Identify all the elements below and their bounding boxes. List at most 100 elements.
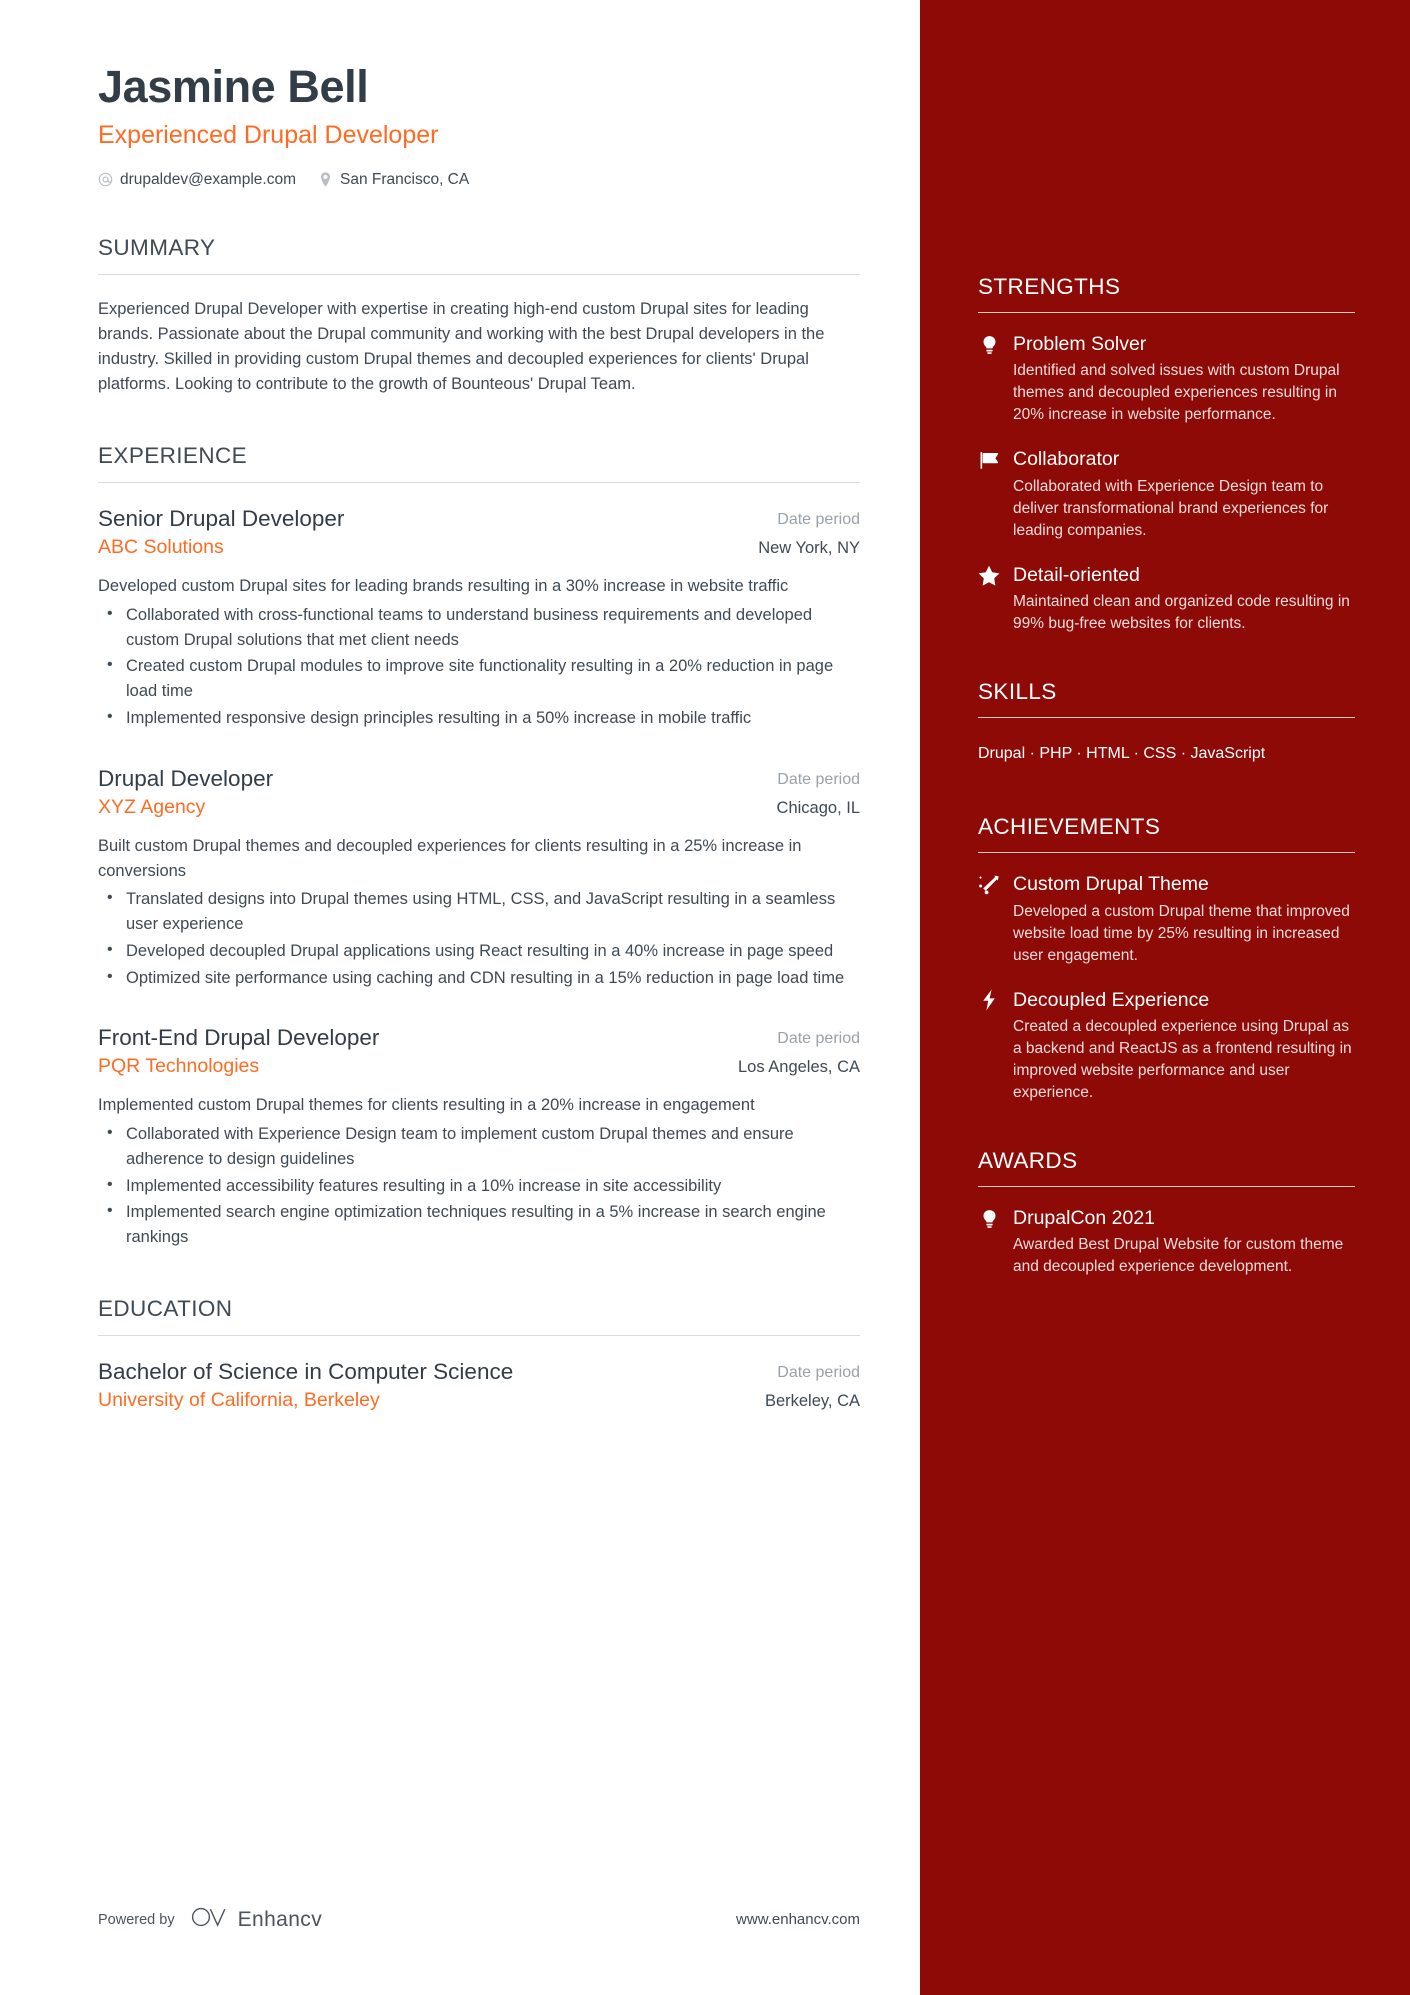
skills-list: Drupal · PHP · HTML · CSS · JavaScript xyxy=(978,745,1266,763)
lightning-bolt-icon xyxy=(978,989,1000,1011)
experience-entry-org: PQR Technologies xyxy=(98,1055,260,1078)
at-icon xyxy=(98,172,113,187)
experience-divider xyxy=(98,482,860,484)
list-item: Optimized site performance using caching… xyxy=(98,965,860,991)
page-title: Jasmine Bell xyxy=(98,61,369,112)
experience-entry-org: ABC Solutions xyxy=(98,536,224,559)
strength-item-desc: Collaborated with Experience Design team… xyxy=(1013,477,1329,539)
strength-item-desc: Identified and solved issues with custom… xyxy=(1013,362,1340,424)
powered-by-label: Powered by xyxy=(98,1911,175,1928)
experience-entry-description: Implemented custom Drupal themes for cli… xyxy=(98,1096,755,1115)
footer-url[interactable]: www.enhancv.com xyxy=(736,1911,860,1928)
achievement-item: Decoupled Experience Created a decoupled… xyxy=(978,989,1355,1104)
summary-text: Experienced Drupal Developer with expert… xyxy=(98,299,825,393)
experience-entry-location: Los Angeles, CA xyxy=(738,1058,860,1077)
lightbulb-icon xyxy=(978,1208,1000,1230)
experience-entry-org: XYZ Agency xyxy=(98,795,206,818)
achievements-heading: ACHIEVEMENTS xyxy=(978,814,1161,840)
footer-brand-group: Powered by Enhancv xyxy=(98,1906,322,1933)
education-entry-title: Bachelor of Science in Computer Science xyxy=(98,1358,514,1384)
contact-email-text: drupaldev@example.com xyxy=(120,170,296,188)
header-block: Jasmine Bell Experienced Drupal Develope… xyxy=(98,62,860,189)
rocket-icon xyxy=(978,874,1000,896)
award-item-desc: Awarded Best Drupal Website for custom t… xyxy=(1013,1236,1344,1276)
skills-section: SKILLS Drupal · PHP · HTML · CSS · JavaS… xyxy=(978,679,1355,770)
resume-page: Jasmine Bell Experienced Drupal Develope… xyxy=(0,0,1410,1995)
experience-entry: Senior Drupal Developer Date period ABC … xyxy=(98,505,860,731)
education-section: EDUCATION Bachelor of Science in Compute… xyxy=(98,1296,860,1412)
achievement-item-title: Custom Drupal Theme xyxy=(1013,873,1209,896)
experience-entry-title: Drupal Developer xyxy=(98,765,274,791)
strength-item-title: Problem Solver xyxy=(1013,333,1147,355)
strength-item: Problem Solver Identified and solved iss… xyxy=(978,333,1355,426)
education-entry-org: University of California, Berkeley xyxy=(98,1389,380,1412)
sidebar: STRENGTHS Problem Solver Identified and … xyxy=(920,0,1410,1995)
strengths-divider xyxy=(978,312,1355,313)
experience-entry-description: Developed custom Drupal sites for leadin… xyxy=(98,577,789,596)
flag-icon xyxy=(978,449,1000,471)
list-item: Translated designs into Drupal themes us… xyxy=(98,886,860,937)
award-item-title: DrupalCon 2021 xyxy=(1013,1206,1156,1229)
experience-entry-date: Date period xyxy=(777,770,860,788)
experience-entry-bullets: Translated designs into Drupal themes us… xyxy=(98,886,860,991)
strength-item: Detail-oriented Maintained clean and org… xyxy=(978,564,1355,635)
experience-entry-title: Front-End Drupal Developer xyxy=(98,1025,380,1051)
lightbulb-icon xyxy=(978,334,1000,356)
list-item: Developed decoupled Drupal applications … xyxy=(98,938,860,964)
achievement-item-desc: Developed a custom Drupal theme that imp… xyxy=(1013,902,1350,964)
strength-item-title: Collaborator xyxy=(1013,448,1120,471)
list-item: Implemented search engine optimization t… xyxy=(98,1199,860,1250)
summary-section: SUMMARY Experienced Drupal Developer wit… xyxy=(98,235,860,397)
strengths-section: STRENGTHS Problem Solver Identified and … xyxy=(978,274,1355,635)
contact-location: San Francisco, CA xyxy=(318,171,469,189)
contact-email[interactable]: drupaldev@example.com xyxy=(98,171,296,189)
strength-item-title: Detail-oriented xyxy=(1013,563,1140,586)
education-entry: Bachelor of Science in Computer Science … xyxy=(98,1358,860,1412)
list-item: Implemented accessibility features resul… xyxy=(98,1173,860,1199)
enhancv-wordmark: Enhancv xyxy=(237,1907,323,1931)
header-job-title: Experienced Drupal Developer xyxy=(98,120,439,149)
strength-item: Collaborator Collaborated with Experienc… xyxy=(978,448,1355,541)
experience-entry: Drupal Developer Date period XYZ Agency … xyxy=(98,765,860,991)
list-item: Collaborated with Experience Design team… xyxy=(98,1121,860,1172)
experience-entry-location: Chicago, IL xyxy=(776,798,860,817)
strength-item-desc: Maintained clean and organized code resu… xyxy=(1013,593,1350,633)
experience-entry-date: Date period xyxy=(777,511,860,529)
experience-entry-location: New York, NY xyxy=(758,539,860,558)
experience-entry-bullets: Collaborated with cross-functional teams… xyxy=(98,602,860,731)
contact-row: drupaldev@example.com San Francisco, CA xyxy=(98,171,860,189)
star-icon xyxy=(978,564,1000,586)
list-item: Implemented responsive design principles… xyxy=(98,705,860,731)
list-item: Collaborated with cross-functional teams… xyxy=(98,602,860,653)
list-item: Created custom Drupal modules to improve… xyxy=(98,653,860,704)
experience-entry-bullets: Collaborated with Experience Design team… xyxy=(98,1121,860,1250)
experience-entry: Front-End Drupal Developer Date period P… xyxy=(98,1024,860,1250)
education-heading: EDUCATION xyxy=(98,1295,233,1321)
summary-divider xyxy=(98,273,860,275)
main-column: Jasmine Bell Experienced Drupal Develope… xyxy=(0,0,920,1995)
map-pin-icon xyxy=(318,172,333,187)
experience-entry-title: Senior Drupal Developer xyxy=(98,506,345,532)
awards-section: AWARDS DrupalCon 2021 Awarded Best Drupa… xyxy=(978,1148,1355,1278)
achievement-item-desc: Created a decoupled experience using Dru… xyxy=(1013,1017,1352,1101)
skills-heading: SKILLS xyxy=(978,679,1057,705)
education-divider xyxy=(98,1334,860,1336)
strengths-heading: STRENGTHS xyxy=(978,274,1121,299)
awards-divider xyxy=(978,1185,1355,1187)
achievement-item: Custom Drupal Theme Developed a custom D… xyxy=(978,873,1355,966)
education-entry-location: Berkeley, CA xyxy=(764,1392,860,1411)
experience-section: EXPERIENCE Senior Drupal Developer Date … xyxy=(98,443,860,1250)
enhancv-logo-icon xyxy=(191,1906,229,1933)
achievements-divider xyxy=(978,852,1355,854)
experience-entry-description: Built custom Drupal themes and decoupled… xyxy=(98,836,802,880)
award-item: DrupalCon 2021 Awarded Best Drupal Websi… xyxy=(978,1207,1355,1278)
awards-heading: AWARDS xyxy=(978,1147,1078,1173)
achievement-item-title: Decoupled Experience xyxy=(1013,988,1210,1011)
skills-divider xyxy=(978,717,1355,719)
achievements-section: ACHIEVEMENTS Custom Drupal Theme Develop… xyxy=(978,814,1355,1104)
experience-heading: EXPERIENCE xyxy=(98,443,248,469)
footer: Powered by Enhancv www.enhancv.com xyxy=(98,1906,860,1933)
contact-location-text: San Francisco, CA xyxy=(340,170,470,188)
enhancv-brand: Enhancv xyxy=(191,1906,323,1933)
summary-heading: SUMMARY xyxy=(98,234,216,260)
